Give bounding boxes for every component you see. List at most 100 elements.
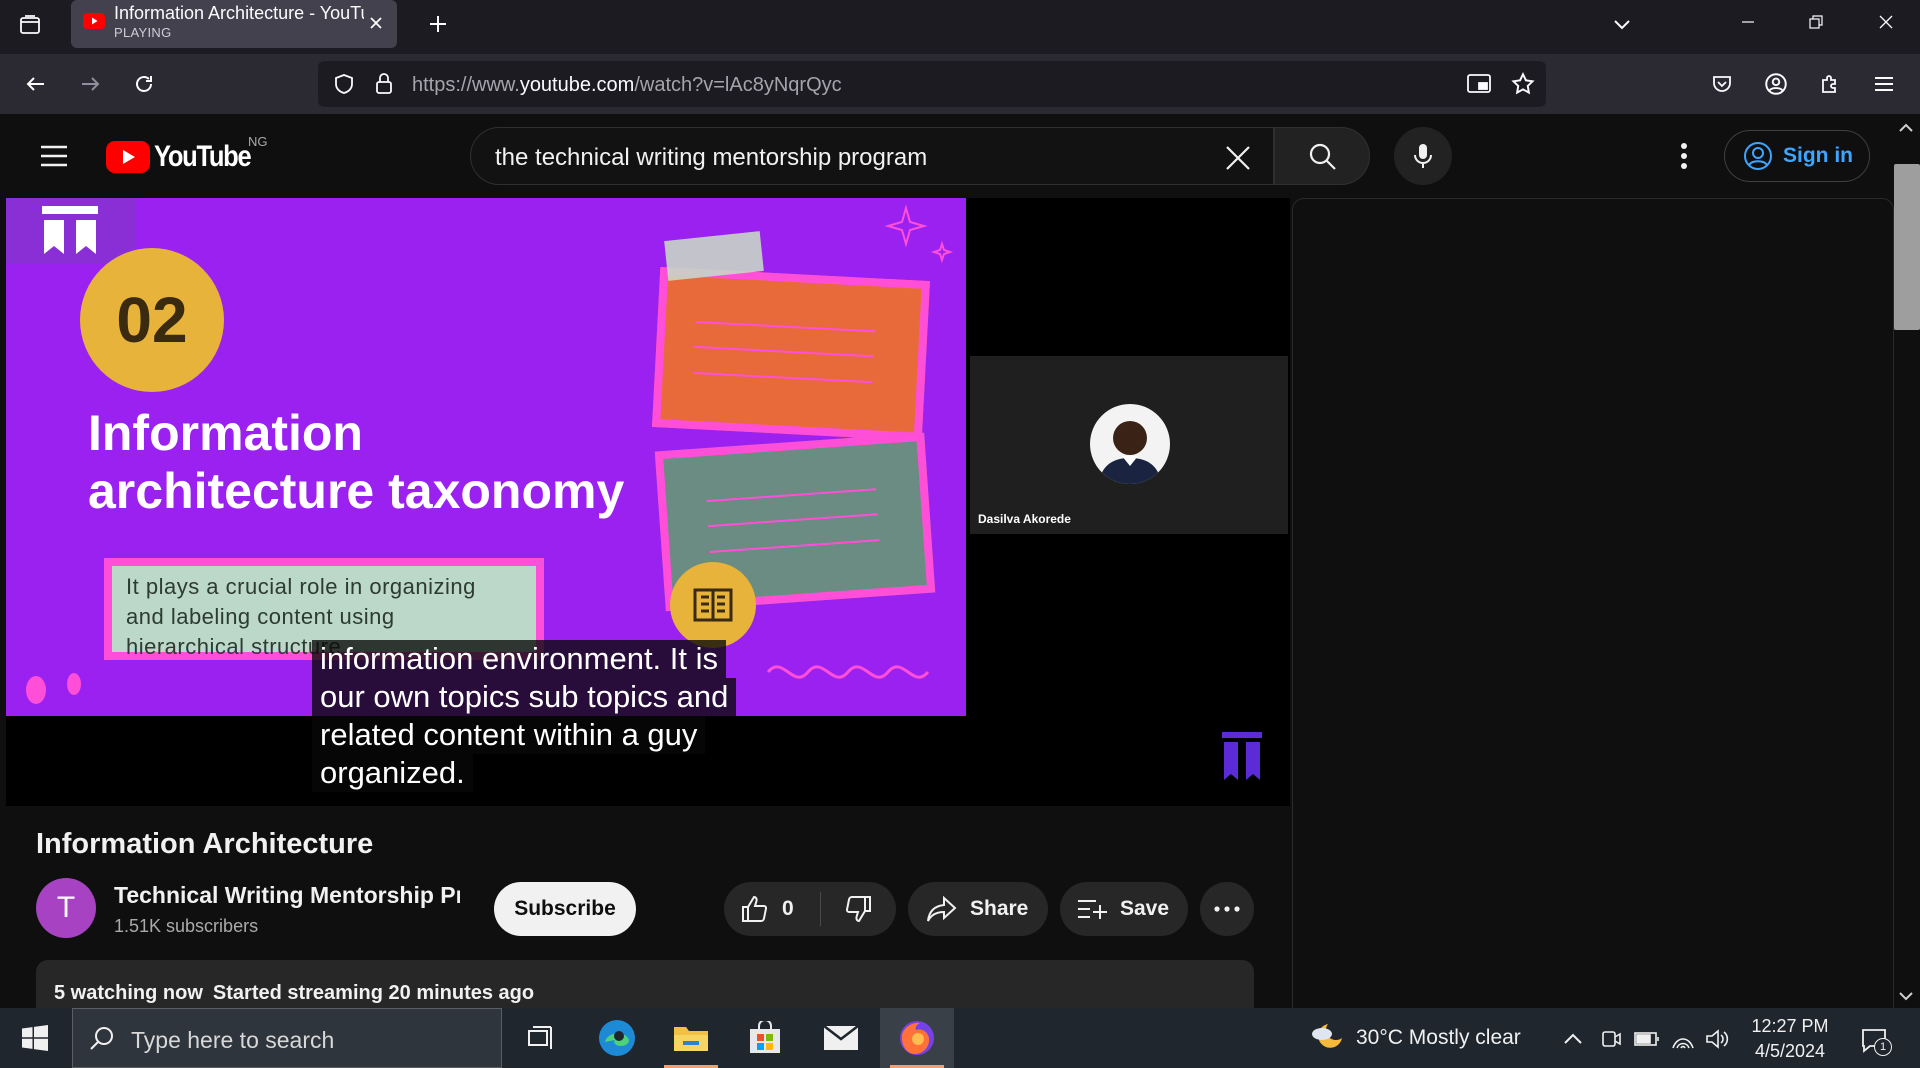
new-tab-button[interactable] — [420, 6, 456, 42]
voice-search-button[interactable] — [1394, 127, 1452, 185]
tray-wifi-button[interactable] — [1670, 1026, 1696, 1052]
bookmark-star-icon[interactable] — [1510, 71, 1536, 97]
close-window-button[interactable] — [1852, 0, 1920, 44]
taskbar-file-explorer-button[interactable] — [654, 1008, 728, 1068]
taskbar-firefox-button[interactable] — [880, 1008, 954, 1068]
dislike-button[interactable] — [821, 894, 895, 924]
account-button[interactable] — [1758, 66, 1794, 102]
battery-icon — [1634, 1032, 1659, 1046]
notification-count-badge: 1 — [1874, 1038, 1892, 1056]
channel-avatar[interactable]: T — [36, 878, 96, 938]
search-button[interactable] — [1274, 127, 1370, 185]
close-icon — [1226, 146, 1250, 170]
thumbs-up-icon — [742, 895, 768, 923]
search-box[interactable]: the technical writing mentorship program — [470, 127, 1274, 185]
back-button[interactable] — [18, 66, 54, 102]
playlist-add-icon — [1078, 900, 1107, 919]
taskbar-store-button[interactable] — [728, 1008, 802, 1068]
task-view-button[interactable] — [504, 1008, 578, 1068]
tray-meet-button[interactable] — [1598, 1026, 1624, 1052]
forward-button[interactable] — [72, 66, 108, 102]
wave-decoration-icon — [766, 665, 930, 679]
weather-widget[interactable]: 30°C Mostly clear — [1356, 1026, 1521, 1050]
speaker-icon — [1706, 1029, 1729, 1049]
sign-in-label: Sign in — [1783, 144, 1853, 167]
tab-playing-status: PLAYING — [114, 25, 172, 40]
puzzle-icon — [1822, 75, 1836, 93]
close-icon — [370, 17, 382, 29]
clock-date: 4/5/2024 — [1754, 1041, 1826, 1061]
youtube-play-icon — [106, 141, 150, 173]
tray-volume-button[interactable] — [1704, 1026, 1730, 1052]
system-clock[interactable]: 12:27 PM 4/5/2024 — [1740, 1014, 1840, 1064]
chat-sidebar-panel — [1292, 198, 1894, 1018]
url-bar[interactable]: https://www.youtube.com/watch?v=lAc8yNqr… — [318, 61, 1546, 107]
like-button[interactable]: 0 — [724, 894, 820, 924]
slide-title: Information architecture taxonomy — [88, 405, 625, 519]
restore-icon — [1809, 15, 1823, 29]
channel-name[interactable]: Technical Writing Mentorship Program — [114, 882, 460, 909]
extensions-button[interactable] — [1812, 66, 1848, 102]
settings-menu-button[interactable] — [1664, 136, 1704, 176]
reload-icon — [136, 76, 152, 92]
chevron-down-icon — [1614, 20, 1630, 30]
clock-time: 12:27 PM — [1751, 1016, 1829, 1036]
browser-tab-active[interactable]: Information Architecture - YouTube PLAYI… — [71, 0, 397, 48]
caption-line: our own topics sub topics and — [312, 678, 737, 716]
subscriber-count: 1.51K subscribers — [114, 916, 259, 936]
share-button[interactable]: Share — [908, 882, 1048, 936]
firefox-view-button[interactable] — [14, 9, 46, 41]
arrow-right-icon — [82, 77, 100, 91]
action-center-button[interactable]: 1 — [1856, 1022, 1892, 1058]
guide-menu-button[interactable] — [34, 136, 74, 176]
caption-line: organized. — [312, 754, 473, 792]
sign-in-button[interactable]: Sign in — [1724, 130, 1870, 182]
caption-line: information environment. It is — [312, 640, 727, 678]
microphone-icon — [1414, 144, 1432, 168]
minimize-icon — [1742, 21, 1754, 23]
wifi-icon — [1672, 1038, 1694, 1049]
search-clear-button[interactable] — [1221, 141, 1255, 175]
account-icon — [1765, 73, 1787, 95]
like-count: 0 — [782, 897, 794, 920]
more-vertical-icon — [1681, 143, 1687, 169]
restore-button[interactable] — [1782, 0, 1850, 44]
show-hidden-icons-button[interactable] — [1560, 1026, 1586, 1052]
video-player[interactable]: 02 Information architecture taxonomy It … — [6, 198, 1290, 806]
list-all-tabs-button[interactable] — [1604, 6, 1640, 42]
save-label: Save — [1120, 897, 1170, 920]
more-actions-button[interactable] — [1200, 882, 1254, 936]
scroll-up-button[interactable] — [1896, 118, 1916, 138]
url-text[interactable]: https://www.youtube.com/watch?v=lAc8yNqr… — [412, 74, 842, 97]
youtube-logo[interactable]: YouTube — [106, 140, 267, 174]
reload-button[interactable] — [126, 66, 162, 102]
subscribe-button[interactable]: Subscribe — [494, 882, 636, 936]
plus-icon — [430, 16, 446, 32]
video-captions: information environment. It is our own t… — [312, 640, 737, 792]
more-horizontal-icon — [1214, 906, 1240, 912]
picture-in-picture-icon[interactable] — [1466, 72, 1492, 96]
start-button[interactable] — [0, 1008, 70, 1068]
presentation-slide: 02 Information architecture taxonomy It … — [6, 198, 966, 716]
description-box[interactable]: 5 watching now Started streaming 20 minut… — [36, 960, 1254, 1008]
like-dislike-group: 0 — [724, 882, 896, 936]
chevron-up-icon — [1564, 1033, 1582, 1044]
pocket-button[interactable] — [1704, 66, 1740, 102]
search-input[interactable]: the technical writing mentorship program — [495, 144, 927, 172]
store-icon — [750, 1021, 780, 1053]
browser-nav-bar: https://www.youtube.com/watch?v=lAc8yNqr… — [0, 54, 1920, 114]
tray-battery-button[interactable] — [1634, 1026, 1660, 1052]
page-scrollbar-thumb[interactable] — [1894, 164, 1920, 330]
app-menu-button[interactable] — [1866, 66, 1902, 102]
edge-browser-icon — [599, 1020, 635, 1056]
weather-moon-cloud-icon[interactable] — [1308, 1020, 1348, 1056]
tab-close-button[interactable] — [363, 10, 389, 36]
taskbar-search-box[interactable]: Type here to search — [72, 1008, 502, 1068]
hamburger-icon — [1875, 77, 1893, 91]
minimize-button[interactable] — [1714, 0, 1782, 44]
scroll-down-button[interactable] — [1896, 986, 1916, 1006]
taskbar-mail-button[interactable] — [804, 1008, 878, 1068]
save-button[interactable]: Save — [1060, 882, 1188, 936]
youtube-logo-text: YouTube — [154, 140, 252, 173]
taskbar-edge-button[interactable] — [580, 1008, 654, 1068]
